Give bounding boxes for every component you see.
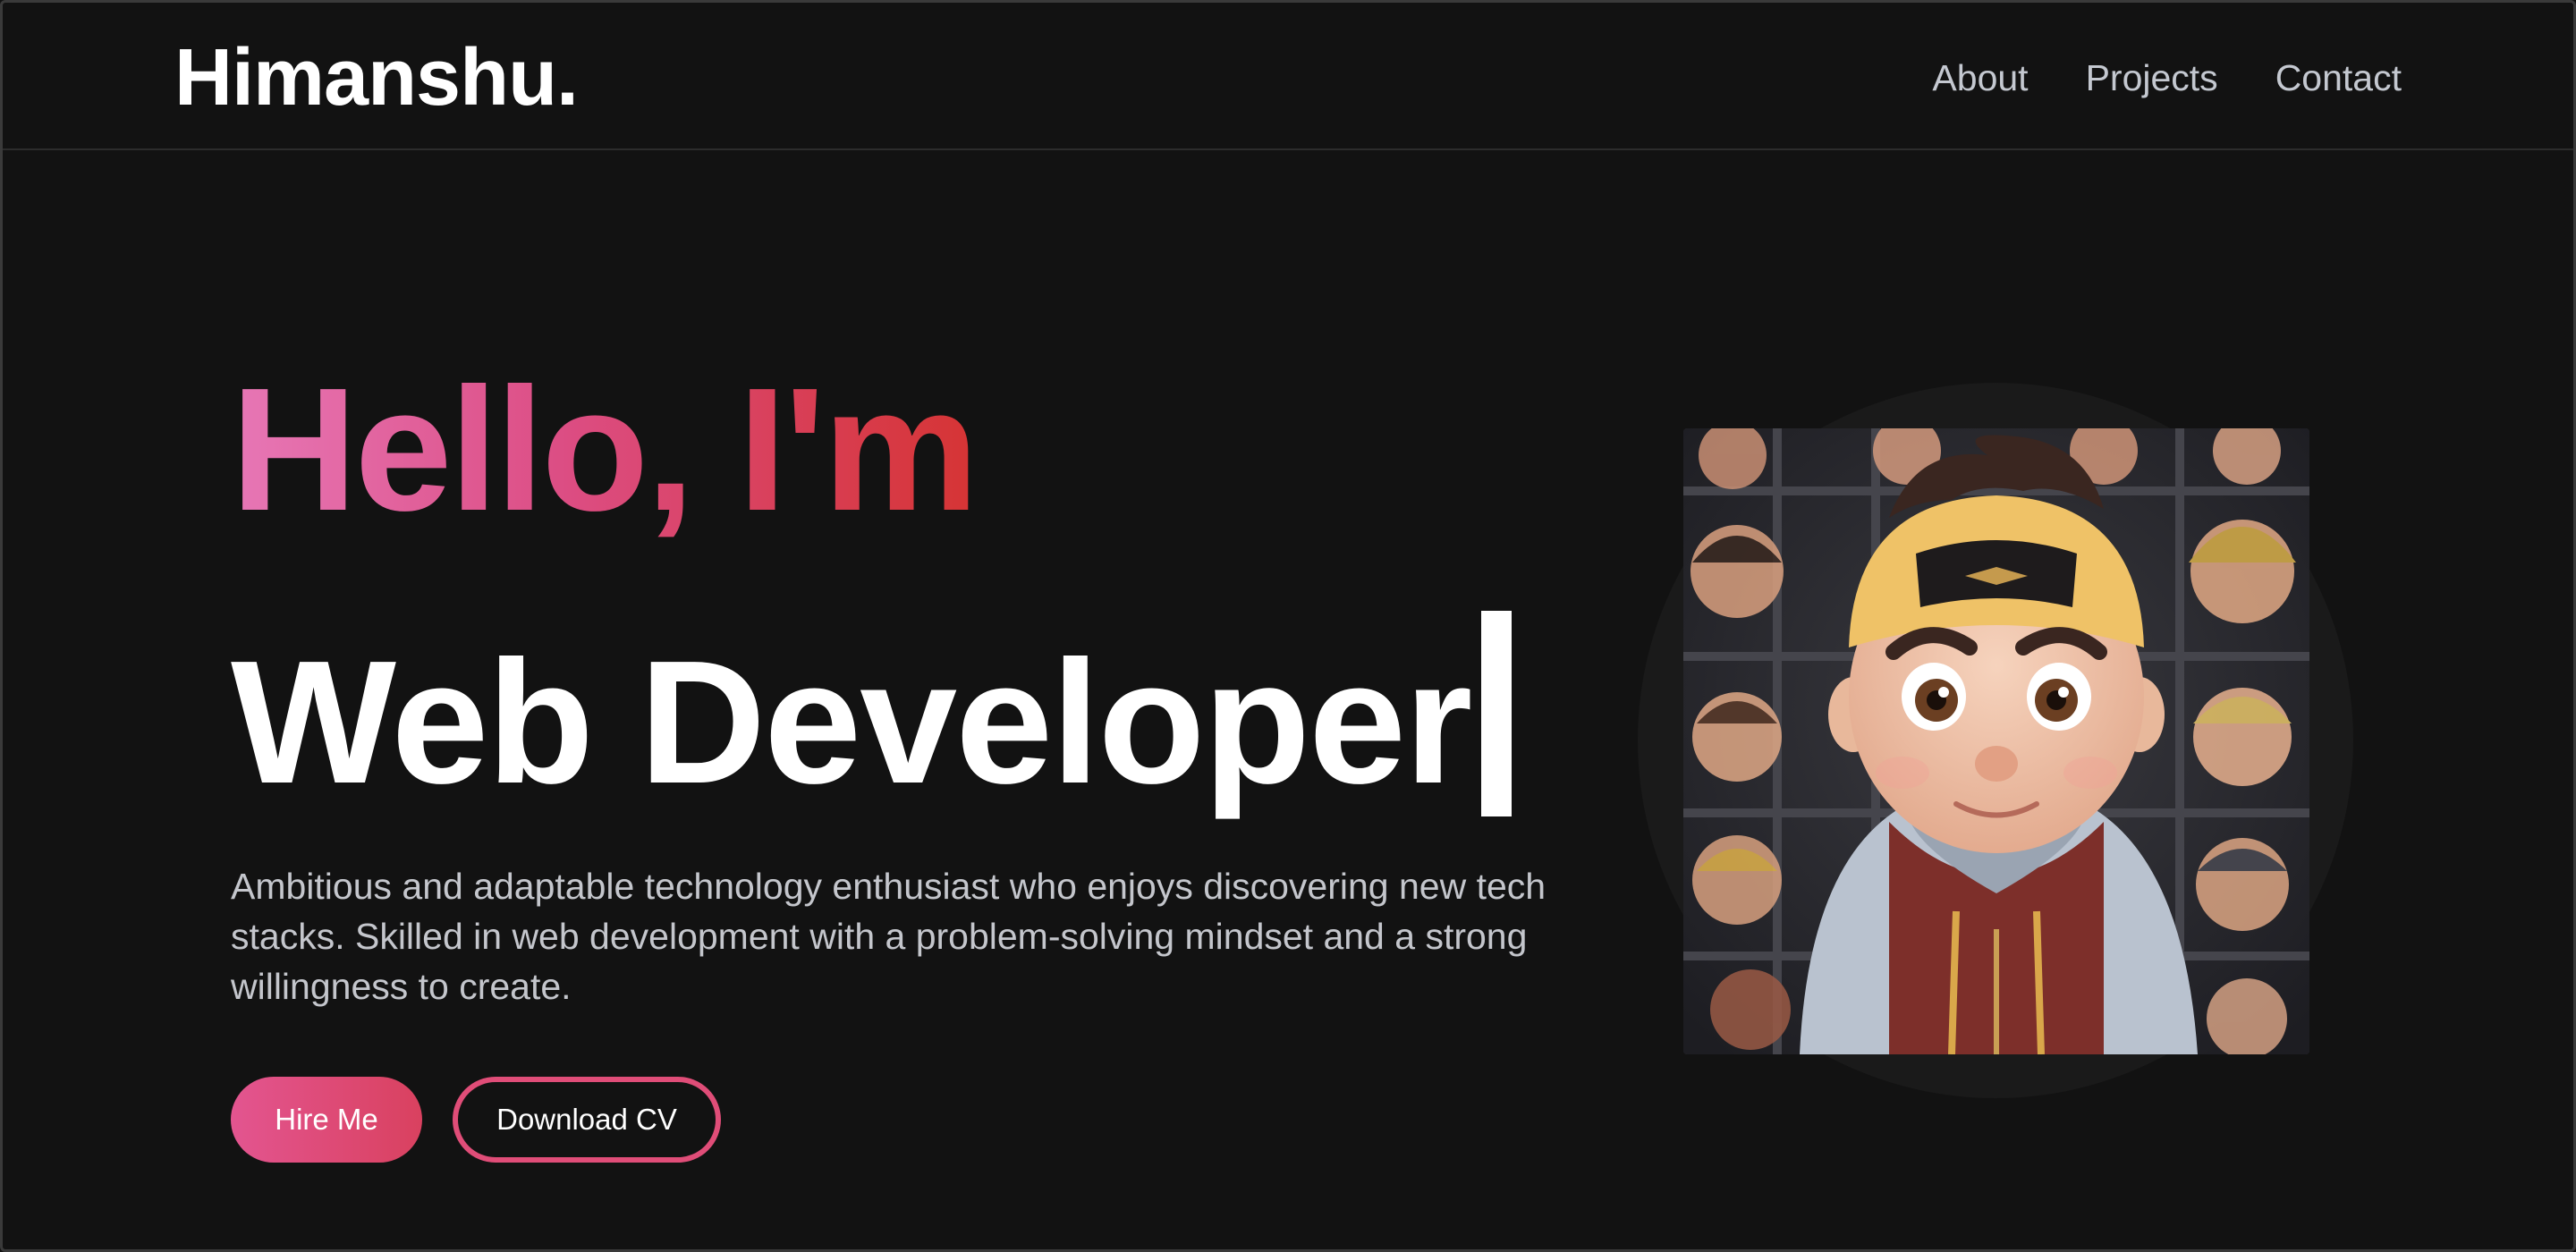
hero-greeting: Hello, I'm — [231, 351, 979, 547]
page: Himanshu. About Projects Contact Hello, … — [0, 0, 2576, 1252]
nav-link-about[interactable]: About — [1932, 51, 2028, 105]
hero-role-text: Web Developer — [231, 624, 1472, 820]
cartoon-avatar-icon — [1683, 428, 2309, 1054]
brand-logo[interactable]: Himanshu. — [174, 33, 579, 123]
hero-description: Ambitious and adaptable technology enthu… — [231, 866, 1546, 1007]
nav-link-contact[interactable]: Contact — [2275, 51, 2402, 105]
hero-actions: Hire Me Download CV — [231, 1077, 721, 1163]
hire-me-button[interactable]: Hire Me — [231, 1077, 422, 1163]
download-cv-button[interactable]: Download CV — [453, 1077, 721, 1163]
navbar: Himanshu. About Projects Contact — [3, 3, 2573, 150]
nav-links: About Projects Contact — [1932, 51, 2402, 105]
avatar-image — [1683, 428, 2309, 1054]
typing-caret — [1481, 611, 1513, 816]
nav-link-projects[interactable]: Projects — [2086, 51, 2218, 105]
hero-role: Web Developer — [231, 611, 1513, 821]
